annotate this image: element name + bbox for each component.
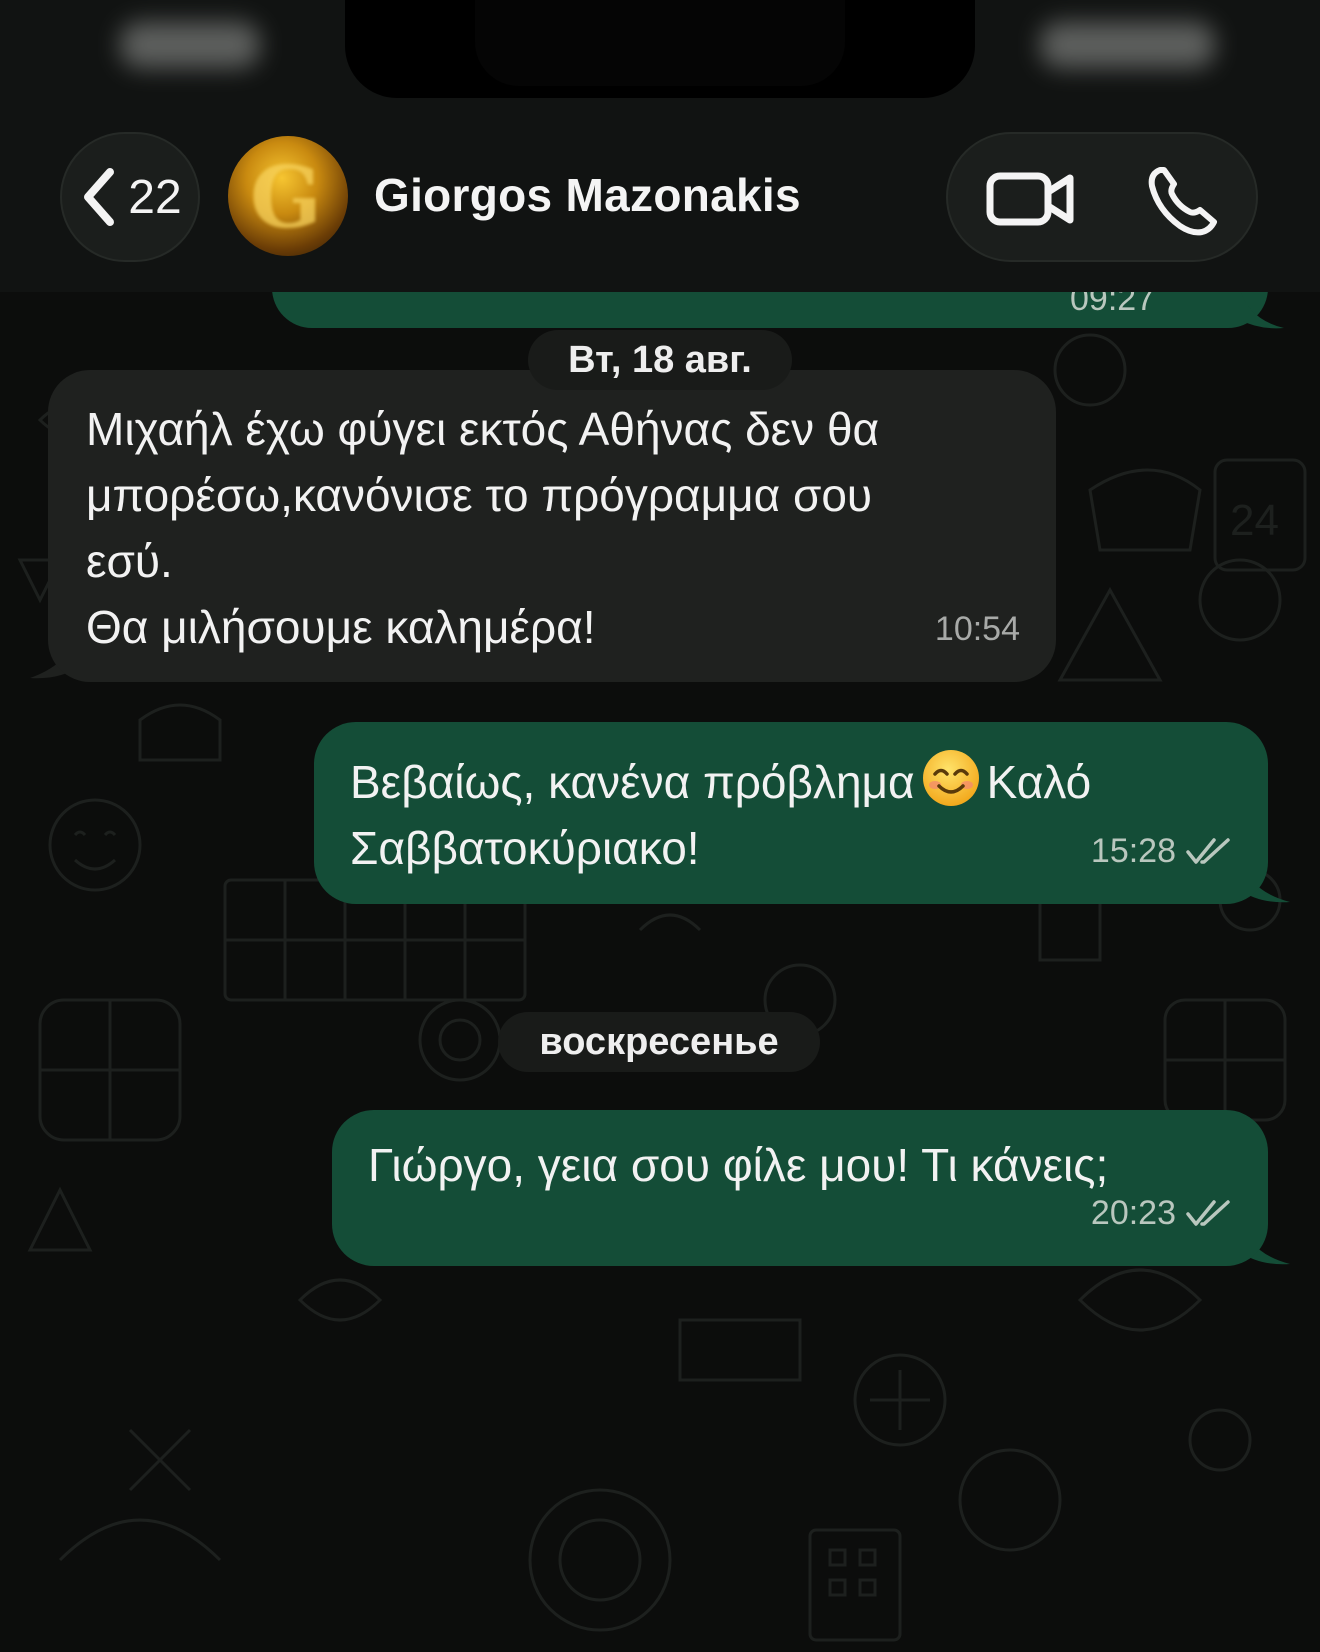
message-meta: 15:28 <box>1091 818 1232 884</box>
dynamic-island <box>345 0 975 98</box>
status-icons-blurred <box>1040 22 1215 68</box>
message-time: 10:54 <box>934 610 1020 648</box>
message-meta: 10:54 <box>935 596 1020 662</box>
date-separator: Вт, 18 авг. <box>528 330 792 390</box>
bubble-tail <box>1240 290 1284 329</box>
avatar-letter: G <box>250 148 322 247</box>
chevron-left-icon <box>84 168 115 226</box>
smiling-face-emoji-icon <box>922 750 979 806</box>
unread-count: 22 <box>128 170 182 224</box>
contact-avatar[interactable]: G <box>228 136 348 256</box>
double-check-icon <box>1186 838 1230 864</box>
message-text-line2: Σαββατοκύριακο! <box>350 822 700 874</box>
svg-text:24: 24 <box>1230 496 1279 545</box>
message-time: 20:23 <box>1090 1194 1176 1232</box>
status-time-blurred <box>120 22 260 68</box>
call-actions <box>946 132 1258 262</box>
message-meta: 20:23 <box>1091 1180 1232 1246</box>
message-text: Μιχαήλ έχω φύγει εκτός Αθήνας δεν θα μπο… <box>86 403 880 653</box>
outgoing-message[interactable]: Βεβαίως, κανένα πρόβλημα Καλό Σαββατοκύρι… <box>314 722 1268 904</box>
contact-name[interactable]: Giorgos Mazonakis <box>374 168 801 222</box>
outgoing-message[interactable]: Γιώργο, γεια σου φίλε μου! Τι κάνεις; 20… <box>332 1110 1268 1266</box>
double-check-icon <box>1186 1200 1230 1226</box>
back-button[interactable]: 22 <box>60 132 200 262</box>
date-separator: воскресенье <box>498 1012 820 1072</box>
message-time: 15:28 <box>1090 832 1176 870</box>
status-bar <box>0 0 1320 110</box>
message-text-part: Βεβαίως, κανένα πρόβλημα <box>350 756 915 808</box>
message-text-part: Καλό <box>986 756 1092 808</box>
phone-call-icon[interactable] <box>1146 164 1222 236</box>
video-call-icon[interactable] <box>986 170 1076 228</box>
incoming-message[interactable]: Μιχαήλ έχω φύγει εκτός Αθήνας δεν θα μπο… <box>48 370 1056 682</box>
header-layer: 22 G Giorgos Mazonakis <box>0 110 1320 292</box>
